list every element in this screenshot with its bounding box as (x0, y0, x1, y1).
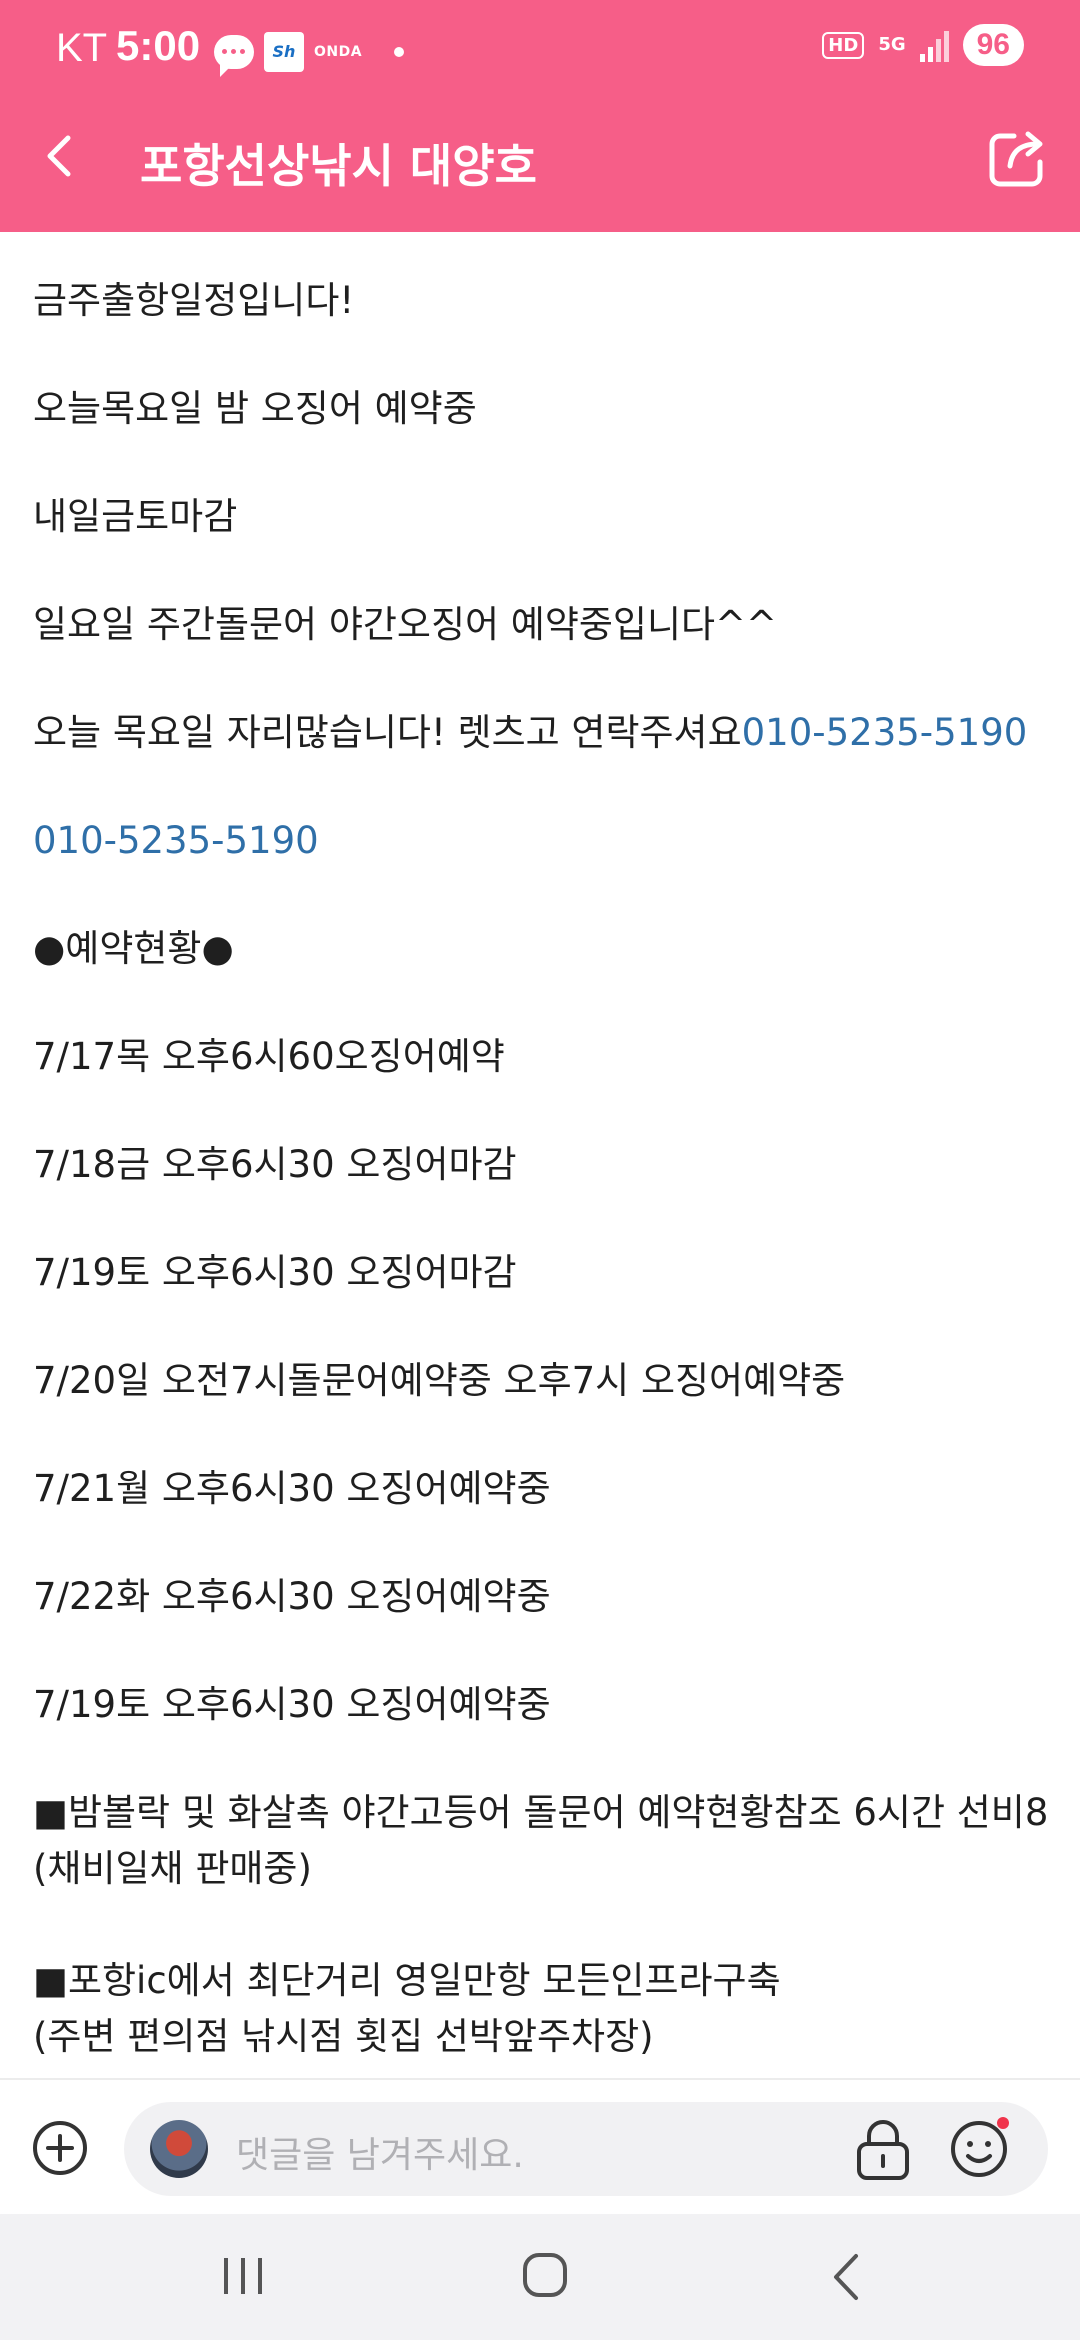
schedule-line: 7/19토 오후6시30 오징어마감 (33, 1251, 517, 1294)
back-arrow-icon[interactable] (30, 126, 90, 186)
nav-back-icon[interactable] (826, 2250, 866, 2304)
page-title: 포항선상낚시 대양호 (140, 139, 537, 193)
status-bar: KT 5:00 Sh ONDA HD 5G 96 (0, 0, 1080, 100)
chat-notification-icon (214, 35, 254, 77)
post-line: 010-5235-5190 (33, 816, 319, 866)
post-line: 금주출항일정입니다! (33, 279, 355, 322)
schedule-line: 7/22화 오후6시30 오징어예약중 (33, 1575, 551, 1618)
onda-icon: ONDA (314, 44, 363, 60)
hd-voice-icon: HD (822, 31, 865, 59)
schedule-line: 7/20일 오전7시돌문어예약중 오후7시 오징어예약중 (33, 1359, 846, 1402)
sh-bank-icon: Sh (264, 32, 304, 72)
carrier-label: KT (56, 26, 108, 70)
phone-link[interactable]: 010-5235-5190 (742, 711, 1028, 754)
more-notifications-dot-icon (394, 47, 405, 57)
system-icons: HD 5G 96 (822, 24, 1024, 66)
comment-input[interactable]: 댓글을 남겨주세요. (124, 2102, 1048, 2196)
schedule-line: 7/21월 오후6시30 오징어예약중 (33, 1467, 551, 1510)
add-attachment-icon[interactable] (28, 2116, 92, 2180)
app-header: KT 5:00 Sh ONDA HD 5G 96 포항선상낚시 대양호 (0, 0, 1080, 232)
battery-indicator: 96 (962, 24, 1024, 66)
notification-icons: Sh ONDA (214, 30, 405, 77)
avatar (150, 2120, 208, 2178)
emoji-icon[interactable] (948, 2114, 1014, 2180)
post-line: ■포항ic에서 최단거리 영일만항 모든인프라구축 (33, 1959, 781, 2002)
post-line: 오늘목요일 밤 오징어 예약중 (33, 387, 477, 430)
post-line: (주변 편의점 낚시점 횟집 선박앞주차장) (33, 2015, 654, 2058)
phone-link[interactable]: 010-5235-5190 (33, 819, 319, 862)
post-line: ●예약현황● (33, 927, 234, 970)
recent-apps-icon[interactable] (218, 2254, 268, 2298)
post-line: 오늘 목요일 자리많습니다! 렛츠고 연락주셔요010-5235-5190 (33, 711, 1028, 754)
clock: 5:00 (116, 22, 201, 69)
comment-placeholder: 댓글을 남겨주세요. (236, 2135, 524, 2176)
schedule-line: 7/18금 오후6시30 오징어마감 (33, 1143, 517, 1186)
schedule-line: 7/19토 오후6시30 오징어예약중 (33, 1683, 551, 1726)
post-line: (채비일채 판매중) (33, 1847, 312, 1890)
post-line: 내일금토마감 (33, 495, 238, 538)
lock-icon[interactable] (852, 2116, 914, 2182)
post-line: 일요일 주간돌문어 야간오징어 예약중입니다^^ (33, 603, 778, 646)
5g-data-icon: 5G (878, 34, 906, 55)
system-navigation-bar (0, 2214, 1080, 2340)
signal-strength-icon (919, 28, 949, 62)
share-icon[interactable] (984, 126, 1050, 190)
schedule-line: 7/17목 오후6시60오징어예약 (33, 1035, 505, 1078)
comment-bar: 댓글을 남겨주세요. (0, 2078, 1080, 2216)
post-line: ■밤볼락 및 화살촉 야간고등어 돌문어 예약현황참조 6시간 선비8 (33, 1791, 1049, 1834)
home-icon[interactable] (520, 2250, 570, 2300)
